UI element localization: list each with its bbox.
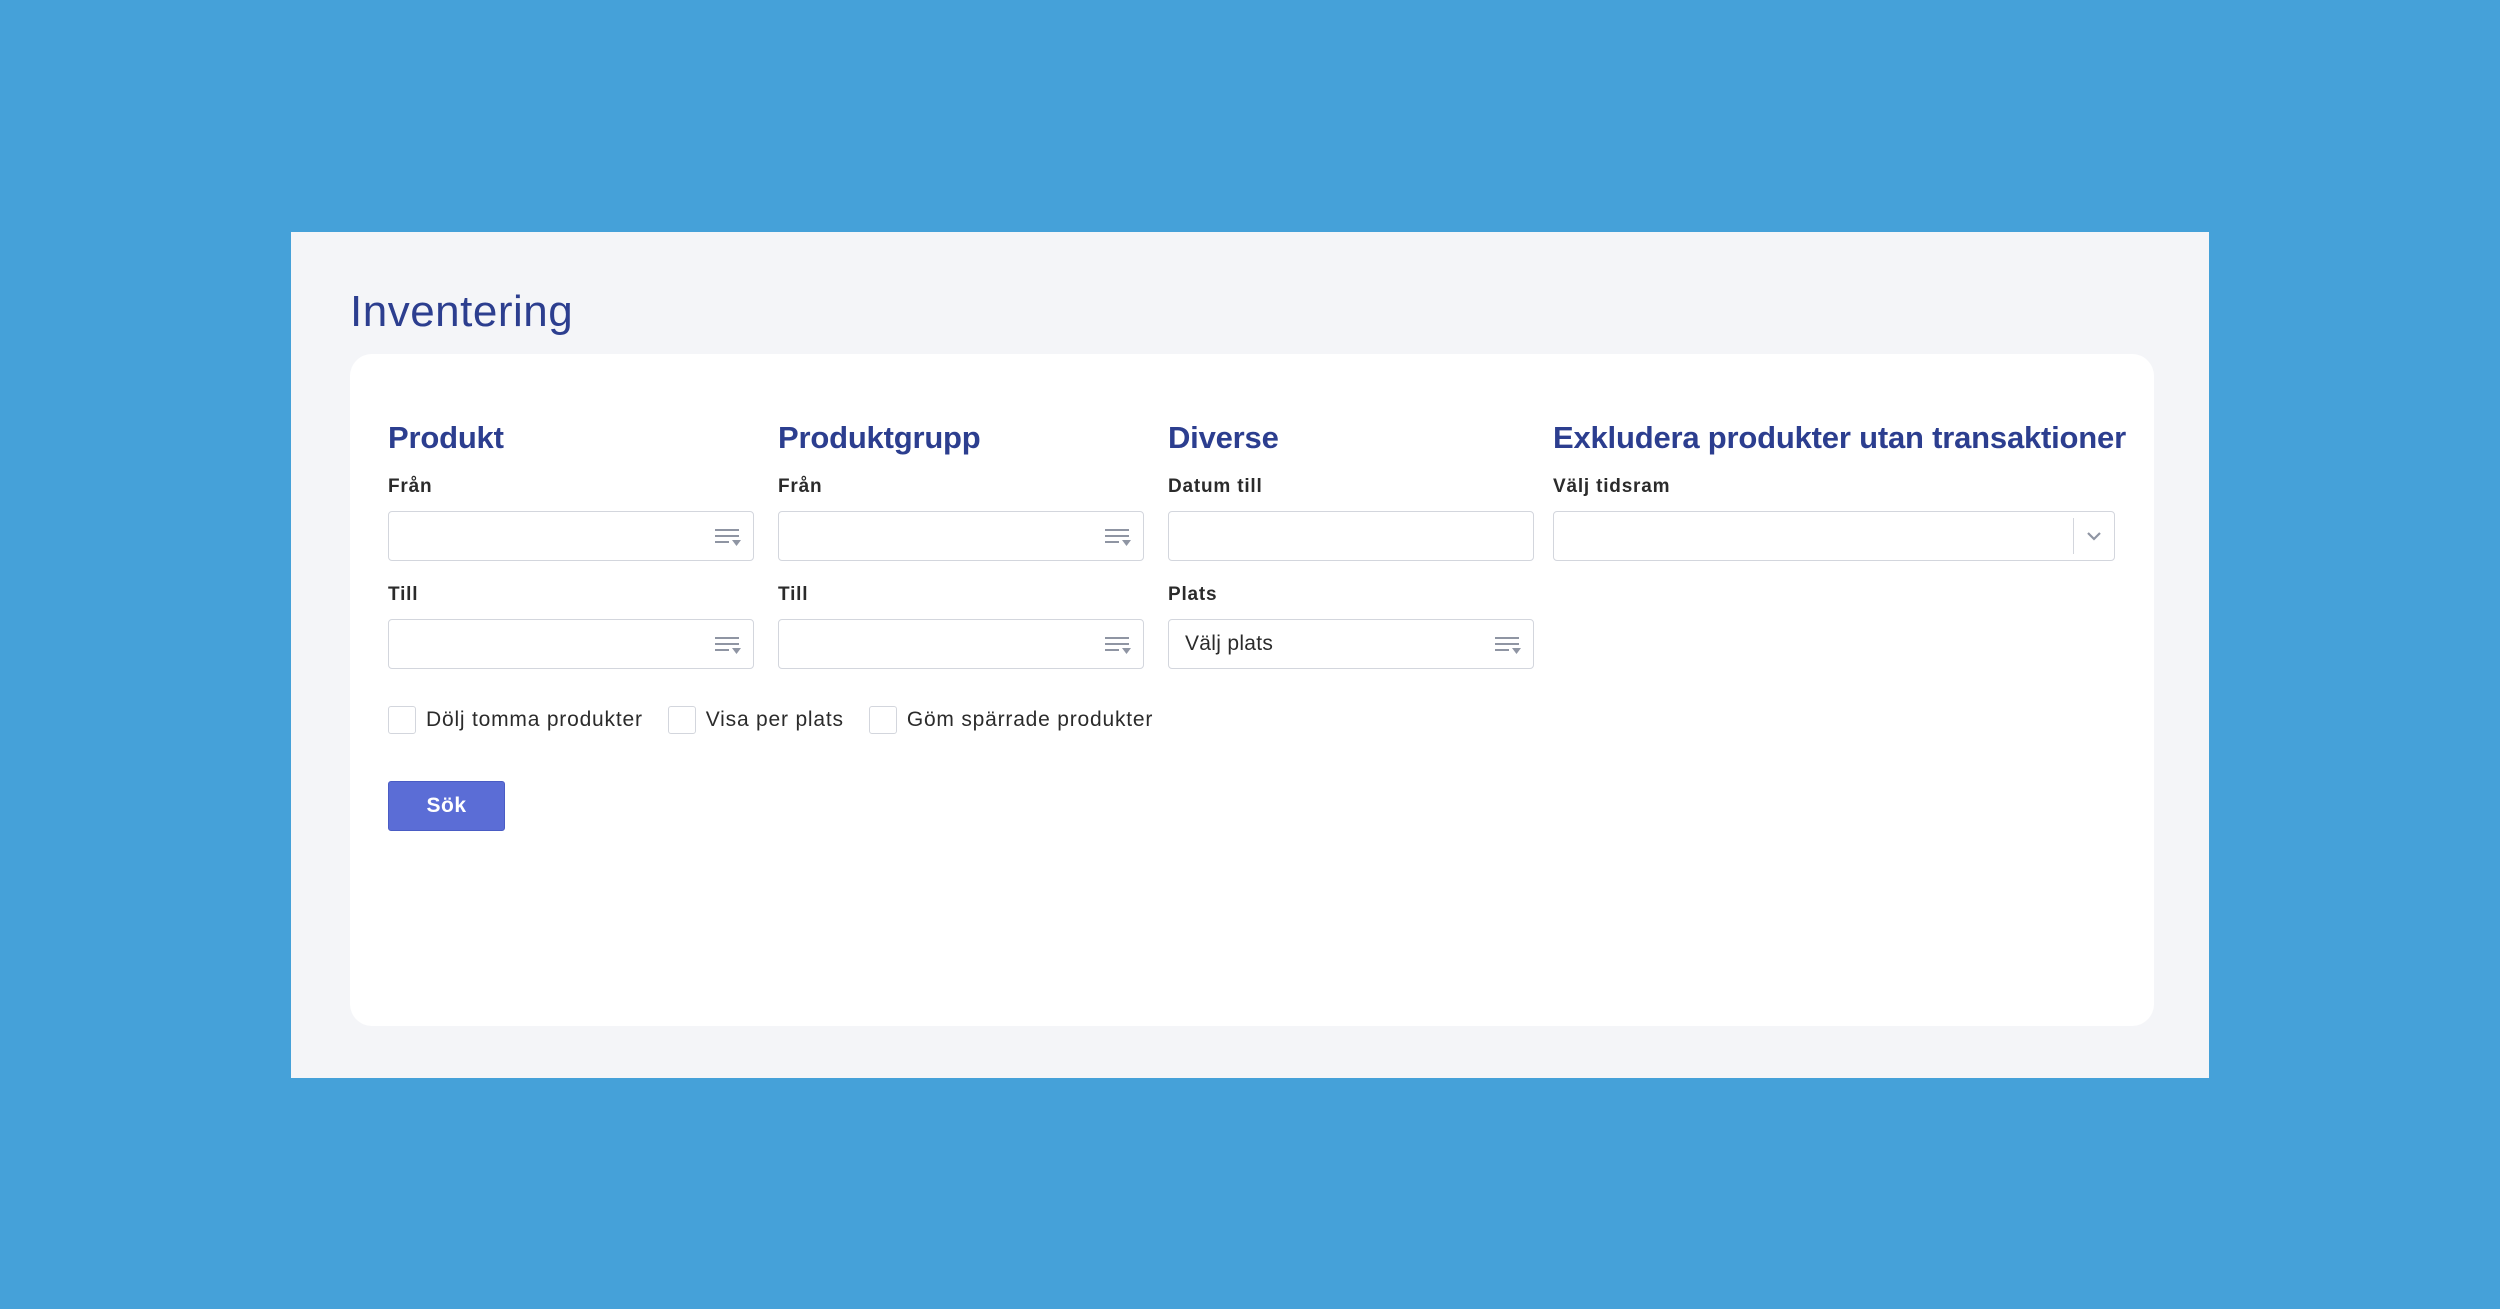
timeframe-label: Välj tidsram [1553, 476, 1671, 497]
date-to-input[interactable] [1168, 511, 1534, 561]
chevron-down-icon[interactable] [2084, 526, 2104, 546]
hide-empty-products-option[interactable]: Dölj tomma produkter [388, 706, 643, 734]
date-to-label: Datum till [1168, 476, 1263, 497]
location-value: Välj plats [1185, 632, 1274, 655]
location-label: Plats [1168, 584, 1218, 605]
produkt-from-label: Från [388, 476, 433, 497]
search-button[interactable]: Sök [388, 781, 505, 831]
hide-empty-products-checkbox[interactable] [388, 706, 416, 734]
select-divider [2073, 518, 2074, 554]
produktgrupp-from-label: Från [778, 476, 823, 497]
show-per-location-label: Visa per plats [705, 708, 844, 731]
produkt-from-input[interactable] [388, 511, 754, 561]
list-filter-icon[interactable] [1495, 635, 1521, 655]
location-input[interactable]: Välj plats [1168, 619, 1534, 669]
hide-blocked-products-checkbox[interactable] [868, 706, 897, 734]
section-title-produkt: Produkt [388, 420, 504, 455]
inventory-window: Inventering Produkt Från Till Produktgru… [291, 232, 2209, 1078]
produkt-to-input[interactable] [388, 619, 754, 669]
show-per-location-option[interactable]: Visa per plats [667, 706, 844, 734]
page-title: Inventering [350, 287, 574, 336]
list-filter-icon[interactable] [1105, 527, 1131, 547]
option-checkboxes: Dölj tomma produkter Visa per plats Göm … [388, 706, 1178, 734]
produktgrupp-to-label: Till [778, 584, 809, 605]
produktgrupp-to-input[interactable] [778, 619, 1144, 669]
section-title-exkludera: Exkludera produkter utan transaktioner [1553, 420, 2126, 455]
show-per-location-checkbox[interactable] [667, 706, 696, 734]
list-filter-icon[interactable] [1105, 635, 1131, 655]
hide-empty-products-label: Dölj tomma produkter [426, 708, 643, 731]
produktgrupp-from-input[interactable] [778, 511, 1144, 561]
section-title-produktgrupp: Produktgrupp [778, 420, 981, 455]
hide-blocked-products-label: Göm spärrade produkter [906, 708, 1154, 731]
section-title-diverse: Diverse [1168, 420, 1279, 455]
list-filter-icon[interactable] [715, 527, 741, 547]
hide-blocked-products-option[interactable]: Göm spärrade produkter [868, 706, 1154, 734]
produkt-to-label: Till [388, 584, 419, 605]
timeframe-select[interactable] [1553, 511, 2115, 561]
list-filter-icon[interactable] [715, 635, 741, 655]
filter-card: Produkt Från Till Produktgrupp Från Till… [350, 354, 2154, 1026]
